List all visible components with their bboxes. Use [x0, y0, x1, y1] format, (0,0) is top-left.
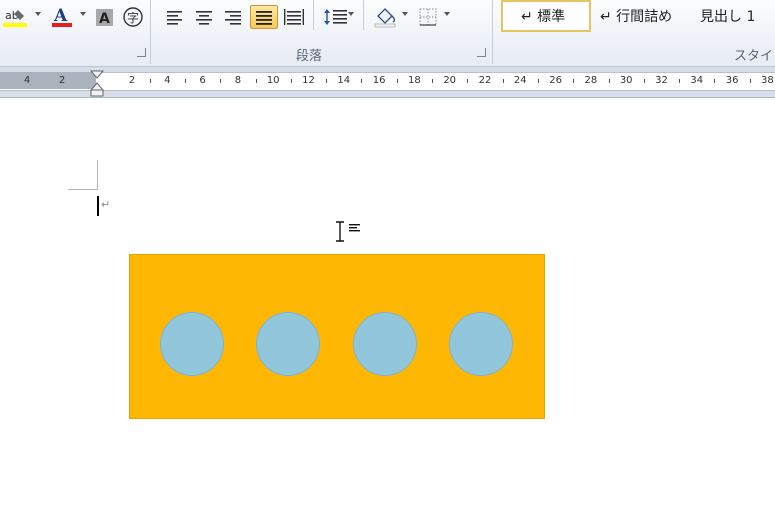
style-normal[interactable]: ↵ 標準 [501, 0, 591, 32]
ruler-tick-label: 28 [584, 75, 598, 86]
svg-text:字: 字 [127, 10, 139, 25]
align-right-icon [225, 11, 241, 25]
align-left-icon [167, 11, 182, 25]
ruler-tick-label: 14 [337, 75, 351, 86]
line-spacing-icon [324, 9, 347, 25]
ruler-tick [432, 79, 433, 83]
character-shading-button[interactable]: A [94, 5, 116, 29]
paragraph-mark: ↵ [101, 198, 111, 211]
page-corner-mark [68, 160, 98, 190]
ruler-tick [679, 79, 681, 83]
ruler-tick-label: 12 [302, 75, 315, 86]
blue-circle-shape[interactable] [449, 312, 513, 376]
ruler-tick-label: 24 [513, 75, 527, 86]
enclose-characters-icon: 字 [123, 7, 143, 27]
style-heading-1[interactable]: 見出し 1 [698, 0, 775, 32]
style-no-spacing[interactable]: ↵ 行間詰め [596, 0, 696, 32]
font-color-dropdown-arrow[interactable] [80, 12, 86, 16]
enclose-characters-button[interactable]: 字 [121, 5, 145, 29]
ruler-tick-label: 38 [761, 75, 774, 86]
ruler-tick-label: 16 [372, 75, 386, 86]
group-separator [492, 0, 493, 64]
align-left-button[interactable] [162, 5, 188, 29]
blue-circle-shape[interactable] [353, 312, 417, 376]
ruler-tick [537, 79, 539, 83]
distributed-button[interactable] [281, 5, 307, 29]
ruler-tick-label: 22 [478, 75, 492, 86]
ruler-tick [184, 79, 186, 83]
ruler-tick-label: 8 [234, 75, 242, 86]
line-spacing-dropdown-arrow[interactable] [348, 12, 354, 16]
ruler-tick-label: 26 [549, 75, 562, 86]
paint-bucket-icon [374, 8, 396, 28]
ruler-tick [573, 79, 575, 83]
group-separator [150, 0, 151, 64]
ruler-tick-label: 30 [619, 75, 633, 86]
line-spacing-button[interactable] [321, 5, 351, 29]
ruler-tick [714, 79, 716, 83]
highlight-button[interactable]: ab [2, 5, 30, 29]
borders-button[interactable] [416, 5, 440, 29]
ruler-tick [749, 79, 751, 83]
i-beam-cursor-icon [336, 221, 360, 242]
paragraph-group-label: 段落 [296, 49, 323, 64]
ruler-tick-label: 32 [655, 75, 668, 86]
font-color-icon: A [52, 6, 72, 27]
blue-circle-shape[interactable] [160, 312, 224, 376]
ruler-tick [643, 79, 645, 83]
ruler-tick-label: 34 [690, 75, 704, 86]
ruler-tick [220, 79, 222, 83]
borders-dropdown-arrow[interactable] [444, 12, 450, 16]
font-dialog-launcher[interactable] [137, 48, 146, 57]
horizontal-ruler[interactable]: 4 2 2 4 6 8 10 12 14 16 18 20 22 24 26 28 30 32 34 36 38 [0, 67, 775, 98]
ruler-tick [502, 79, 504, 83]
align-center-button[interactable] [191, 5, 217, 29]
indent-marker-icon[interactable] [89, 70, 105, 98]
svg-text:A: A [99, 11, 110, 27]
ruler-tick [608, 79, 610, 83]
ruler-tick-label: 4 [23, 75, 31, 86]
ribbon: ab A A 字 段落 ↵ 標準 ↵ 行間詰め 見出し 1 スタイ [0, 0, 775, 83]
shading-dropdown-arrow[interactable] [402, 12, 408, 16]
ruler-margin-area [0, 72, 96, 89]
button-separator [313, 0, 314, 30]
align-right-button[interactable] [220, 5, 246, 29]
ruler-tick [361, 79, 363, 83]
highlight-dropdown-arrow[interactable] [35, 12, 41, 16]
borders-icon [419, 8, 437, 26]
ruler-tick-label: 10 [266, 75, 280, 86]
justify-icon [256, 11, 272, 25]
ruler-tick-label: 18 [408, 75, 421, 86]
ruler-tick-label: 4 [164, 75, 171, 86]
ruler-tick-label: 20 [443, 75, 457, 86]
align-center-icon [196, 11, 212, 25]
font-color-button[interactable]: A [48, 5, 76, 29]
ruler-tick-label: 6 [199, 75, 206, 86]
ruler-tick-label: 2 [128, 75, 136, 86]
ruler-tick [149, 79, 151, 83]
text-cursor [97, 196, 99, 216]
ruler-tick-label: 2 [58, 75, 66, 86]
ruler-tick [467, 79, 469, 83]
paragraph-dialog-launcher[interactable] [477, 48, 486, 57]
highlighter-icon: ab [3, 9, 27, 27]
button-separator [363, 0, 364, 30]
justify-button[interactable] [250, 5, 278, 29]
distributed-icon [284, 9, 304, 25]
blue-circle-shape[interactable] [256, 312, 320, 376]
ruler-tick [396, 79, 398, 83]
ruler-tick [326, 79, 328, 83]
character-shading-icon: A [96, 9, 113, 27]
shading-button[interactable] [372, 5, 400, 29]
ruler-tick [255, 79, 257, 83]
ruler-tick [290, 79, 292, 83]
ruler-tick-label: 36 [725, 75, 739, 86]
